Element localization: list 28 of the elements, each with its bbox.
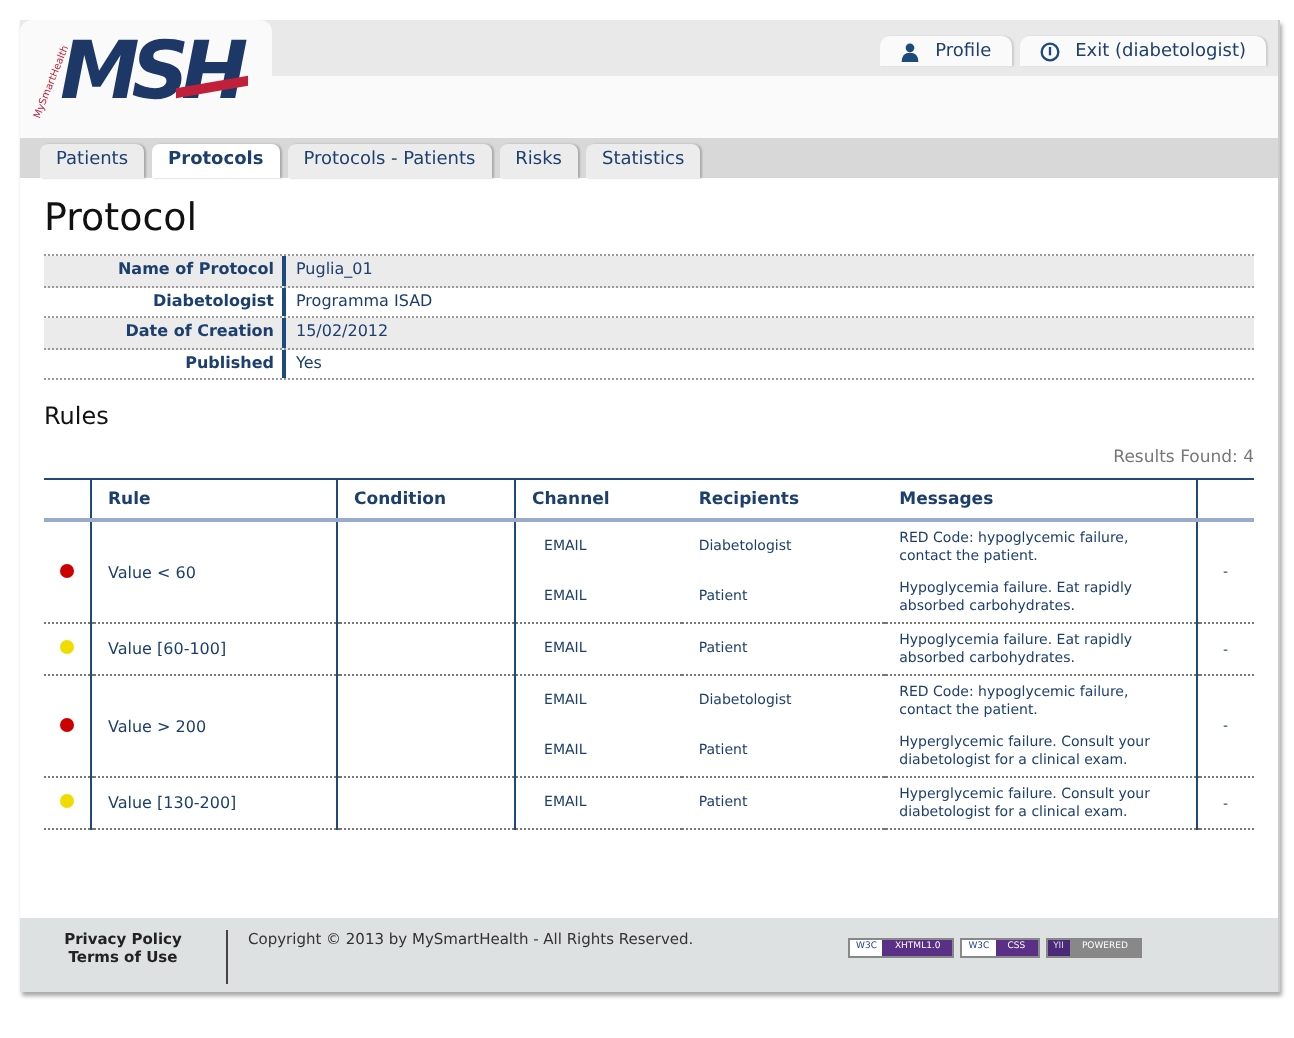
user-icon (899, 42, 920, 62)
nav-tab[interactable]: Statistics (586, 144, 701, 178)
column-header: Rule (108, 489, 151, 509)
table-cell: Value [130-200] (108, 794, 237, 812)
nav-tab[interactable]: Patients (40, 144, 145, 178)
page-title: Protocol (44, 194, 200, 242)
section-title: Rules (44, 400, 111, 432)
field-value: Puglia_01 (294, 258, 373, 282)
nav-tab[interactable]: Risks (499, 144, 578, 178)
field-value: Yes (294, 351, 322, 375)
power-icon (1039, 42, 1060, 62)
table-cell: Value < 60 (108, 563, 196, 581)
column-header: Condition (354, 489, 447, 509)
table-cell: Value > 200 (108, 717, 207, 735)
column-header: Messages (899, 489, 994, 509)
profile-link[interactable]: Profile (879, 36, 1012, 66)
column-header: Recipients (698, 489, 800, 509)
table-cell: Value [60-100] (108, 640, 227, 658)
exit-link[interactable]: Exit (diabetologist) (1019, 36, 1266, 66)
nav-tab[interactable]: Protocols (152, 144, 280, 178)
nav-tab[interactable]: Protocols - Patients (287, 144, 492, 178)
field-value: Programma ISAD (294, 289, 433, 314)
field-value: 15/02/2012 (294, 320, 389, 344)
results-count: Results Found: 4 (1113, 448, 1254, 468)
field-label: Published (44, 349, 286, 378)
field-label: Name of Protocol (44, 256, 286, 285)
field-label: Date of Creation (44, 318, 286, 347)
column-header: Channel (532, 489, 610, 509)
